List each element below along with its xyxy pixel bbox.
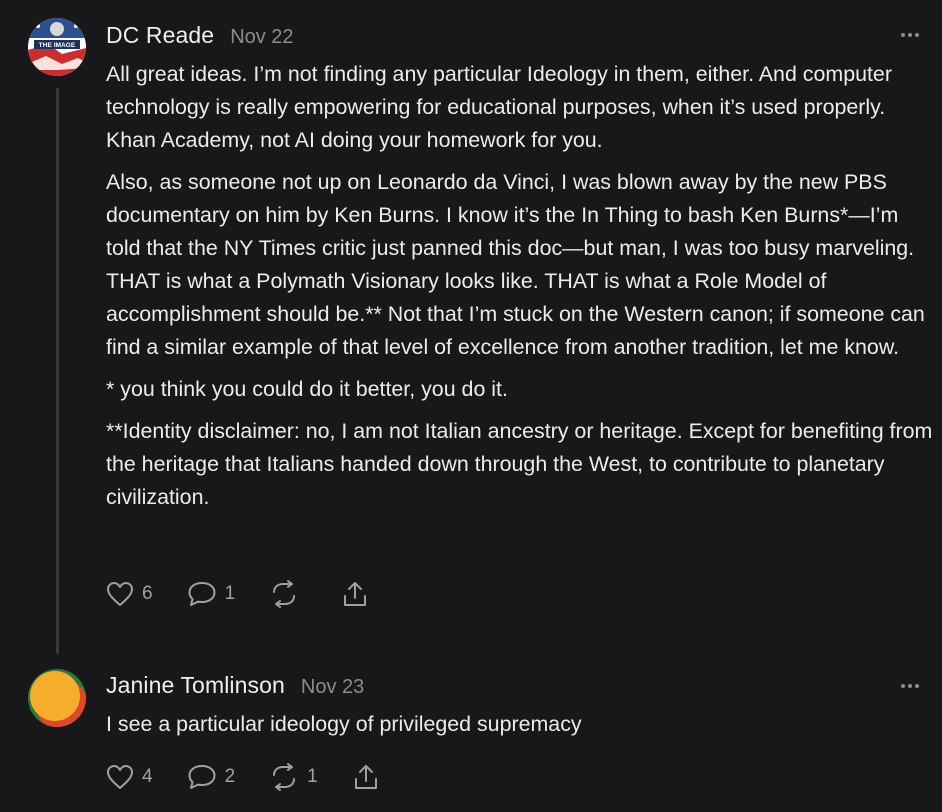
share-icon xyxy=(354,765,377,789)
comment-date[interactable]: Nov 23 xyxy=(301,676,364,699)
share-button[interactable] xyxy=(352,763,380,791)
heart-icon xyxy=(107,765,133,789)
comment-actions: 6 1 xyxy=(106,580,403,608)
reply-count: 1 xyxy=(224,583,236,604)
avatar[interactable]: THE IMAGE xyxy=(28,18,86,76)
like-count: 6 xyxy=(142,583,153,604)
comment-body: All great ideas. I’m not finding any par… xyxy=(106,58,936,523)
heart-icon xyxy=(107,582,133,606)
svg-text:THE IMAGE: THE IMAGE xyxy=(39,42,76,49)
reply-button[interactable]: 1 xyxy=(187,581,236,607)
share-icon xyxy=(344,582,367,606)
like-count: 4 xyxy=(142,766,153,787)
comment-header: Janine Tomlinson Nov 23 xyxy=(106,672,364,699)
restack-count: 1 xyxy=(307,766,318,787)
comment-paragraph: **Identity disclaimer: no, I am not Ital… xyxy=(106,419,933,509)
share-button[interactable] xyxy=(341,580,369,608)
author-name[interactable]: Janine Tomlinson xyxy=(106,672,285,699)
comment-icon xyxy=(188,582,216,606)
comment-body: I see a particular ideology of privilege… xyxy=(106,708,936,750)
comment-paragraph: * you think you could do it better, you … xyxy=(106,377,508,401)
restack-icon xyxy=(273,763,296,791)
comment-paragraph: Also, as someone not up on Leonardo da V… xyxy=(106,170,925,359)
author-name[interactable]: DC Reade xyxy=(106,22,214,49)
like-button[interactable]: 6 xyxy=(106,581,153,607)
comment-actions: 4 2 1 xyxy=(106,763,414,791)
reply-button[interactable]: 2 xyxy=(187,764,236,790)
restack-button[interactable]: 1 xyxy=(269,763,318,791)
restack-icon xyxy=(273,580,296,608)
more-dots-icon[interactable] xyxy=(900,31,920,39)
comment-paragraph: I see a particular ideology of privilege… xyxy=(106,712,582,736)
comment-date[interactable]: Nov 22 xyxy=(230,26,293,49)
restack-button[interactable] xyxy=(269,580,307,608)
reply-count: 2 xyxy=(224,766,236,787)
comment-dc-reade: THE IMAGE DC Reade Nov 22 All great idea… xyxy=(0,0,942,654)
like-button[interactable]: 4 xyxy=(106,764,153,790)
comment-header: DC Reade Nov 22 xyxy=(106,22,294,49)
comment-icon xyxy=(188,765,216,789)
thread-line xyxy=(56,88,59,654)
comment-paragraph: All great ideas. I’m not finding any par… xyxy=(106,62,892,152)
comment-janine-tomlinson: Janine Tomlinson Nov 23 I see a particul… xyxy=(0,650,942,812)
avatar[interactable] xyxy=(28,669,86,727)
more-dots-icon[interactable] xyxy=(900,682,920,690)
